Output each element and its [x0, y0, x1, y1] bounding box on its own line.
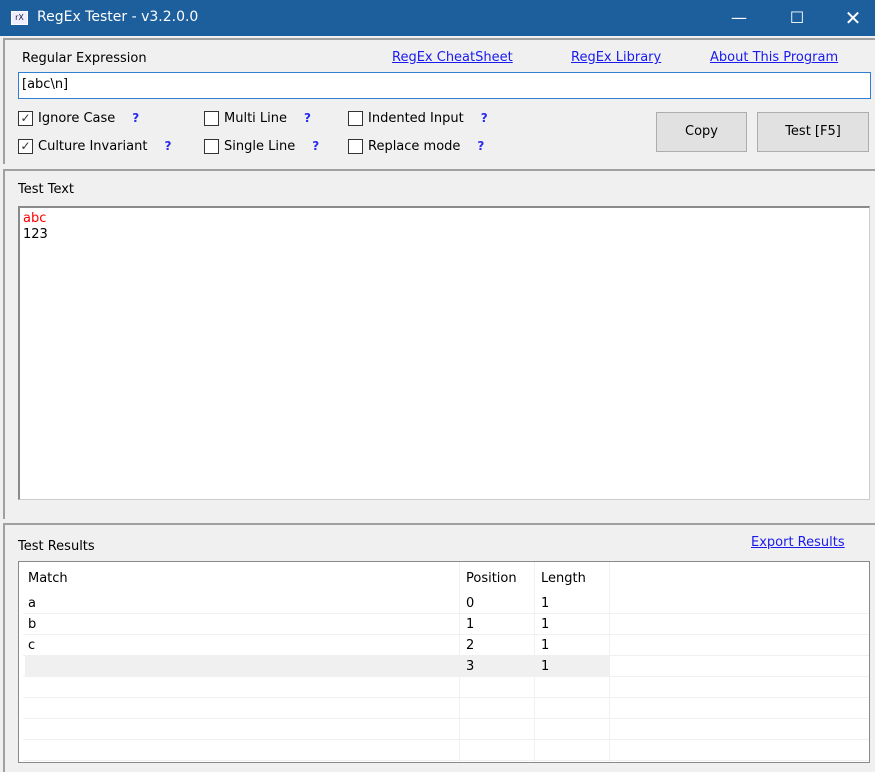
help-icon[interactable]: ?	[477, 139, 484, 153]
matched-text-line: abc	[23, 211, 47, 226]
results-label: Test Results	[18, 539, 95, 554]
checkbox-icon[interactable]	[348, 110, 363, 126]
help-icon[interactable]: ?	[312, 139, 319, 153]
table-header: Match Position Length	[23, 566, 869, 592]
test-text-label: Test Text	[18, 182, 75, 197]
length-cell: 1	[541, 659, 550, 674]
column-header-length[interactable]: Length	[541, 571, 586, 586]
export-results-link[interactable]: Export Results	[751, 535, 845, 550]
length-cell: 1	[541, 638, 550, 653]
test-text-input[interactable]: abc 123	[18, 206, 870, 500]
position-cell: 3	[466, 659, 475, 674]
help-icon[interactable]: ?	[481, 111, 488, 125]
position-cell: 1	[466, 617, 475, 632]
minimize-button[interactable]: —	[716, 0, 762, 36]
regex-label: Regular Expression	[22, 51, 147, 66]
option-label: Single Line	[224, 138, 296, 154]
table-row-selected[interactable]: 31	[23, 656, 869, 677]
empty-row	[23, 719, 869, 740]
copy-button[interactable]: Copy	[656, 112, 747, 152]
checkbox-icon[interactable]	[204, 110, 219, 126]
close-button[interactable]: ✕	[830, 0, 875, 36]
option-label: Ignore Case	[38, 110, 116, 126]
empty-row	[23, 677, 869, 698]
ignore-case-checkbox[interactable]: ✓ Ignore Case?	[18, 109, 139, 127]
multi-line-checkbox[interactable]: Multi Line?	[204, 109, 311, 127]
match-cell: b	[28, 617, 37, 632]
checkbox-icon[interactable]	[348, 138, 363, 154]
empty-row	[23, 698, 869, 719]
culture-invariant-checkbox[interactable]: ✓ Culture Invariant?	[18, 137, 171, 155]
option-label: Culture Invariant	[38, 138, 148, 154]
option-label: Indented Input	[368, 110, 464, 126]
test-button[interactable]: Test [F5]	[757, 112, 869, 152]
checkbox-checked-icon[interactable]: ✓	[18, 110, 33, 126]
results-table[interactable]: Match Position Length a01 b11 c21 31	[18, 561, 870, 763]
indented-input-checkbox[interactable]: Indented Input?	[348, 109, 488, 127]
empty-row	[23, 740, 869, 761]
position-cell: 0	[466, 596, 475, 611]
column-header-position[interactable]: Position	[466, 571, 517, 586]
window-title: RegEx Tester - v3.2.0.0	[37, 9, 199, 25]
match-cell: c	[28, 638, 36, 653]
length-cell: 1	[541, 596, 550, 611]
table-row[interactable]: c 2 1	[23, 635, 869, 656]
table-row[interactable]: b 1 1	[23, 614, 869, 635]
length-cell: 1	[541, 617, 550, 632]
cheatsheet-link[interactable]: RegEx CheatSheet	[392, 50, 513, 65]
help-icon[interactable]: ?	[132, 111, 139, 125]
option-label: Replace mode	[368, 138, 461, 154]
match-cell: a	[28, 596, 36, 611]
single-line-checkbox[interactable]: Single Line?	[204, 137, 319, 155]
maximize-button[interactable]: ☐	[774, 0, 820, 36]
title-bar: rX RegEx Tester - v3.2.0.0 — ☐ ✕	[0, 0, 875, 36]
app-icon: rX	[11, 11, 28, 25]
help-icon[interactable]: ?	[164, 139, 171, 153]
help-icon[interactable]: ?	[304, 111, 311, 125]
about-link[interactable]: About This Program	[710, 50, 838, 65]
option-label: Multi Line	[224, 110, 288, 126]
text-line: 123	[23, 227, 48, 242]
checkbox-checked-icon[interactable]: ✓	[18, 138, 33, 154]
checkbox-icon[interactable]	[204, 138, 219, 154]
replace-mode-checkbox[interactable]: Replace mode?	[348, 137, 484, 155]
regex-input[interactable]: [abc\n]	[18, 72, 871, 99]
position-cell: 2	[466, 638, 475, 653]
column-header-match[interactable]: Match	[28, 571, 68, 586]
library-link[interactable]: RegEx Library	[571, 50, 661, 65]
table-row[interactable]: a 0 1	[23, 593, 869, 614]
